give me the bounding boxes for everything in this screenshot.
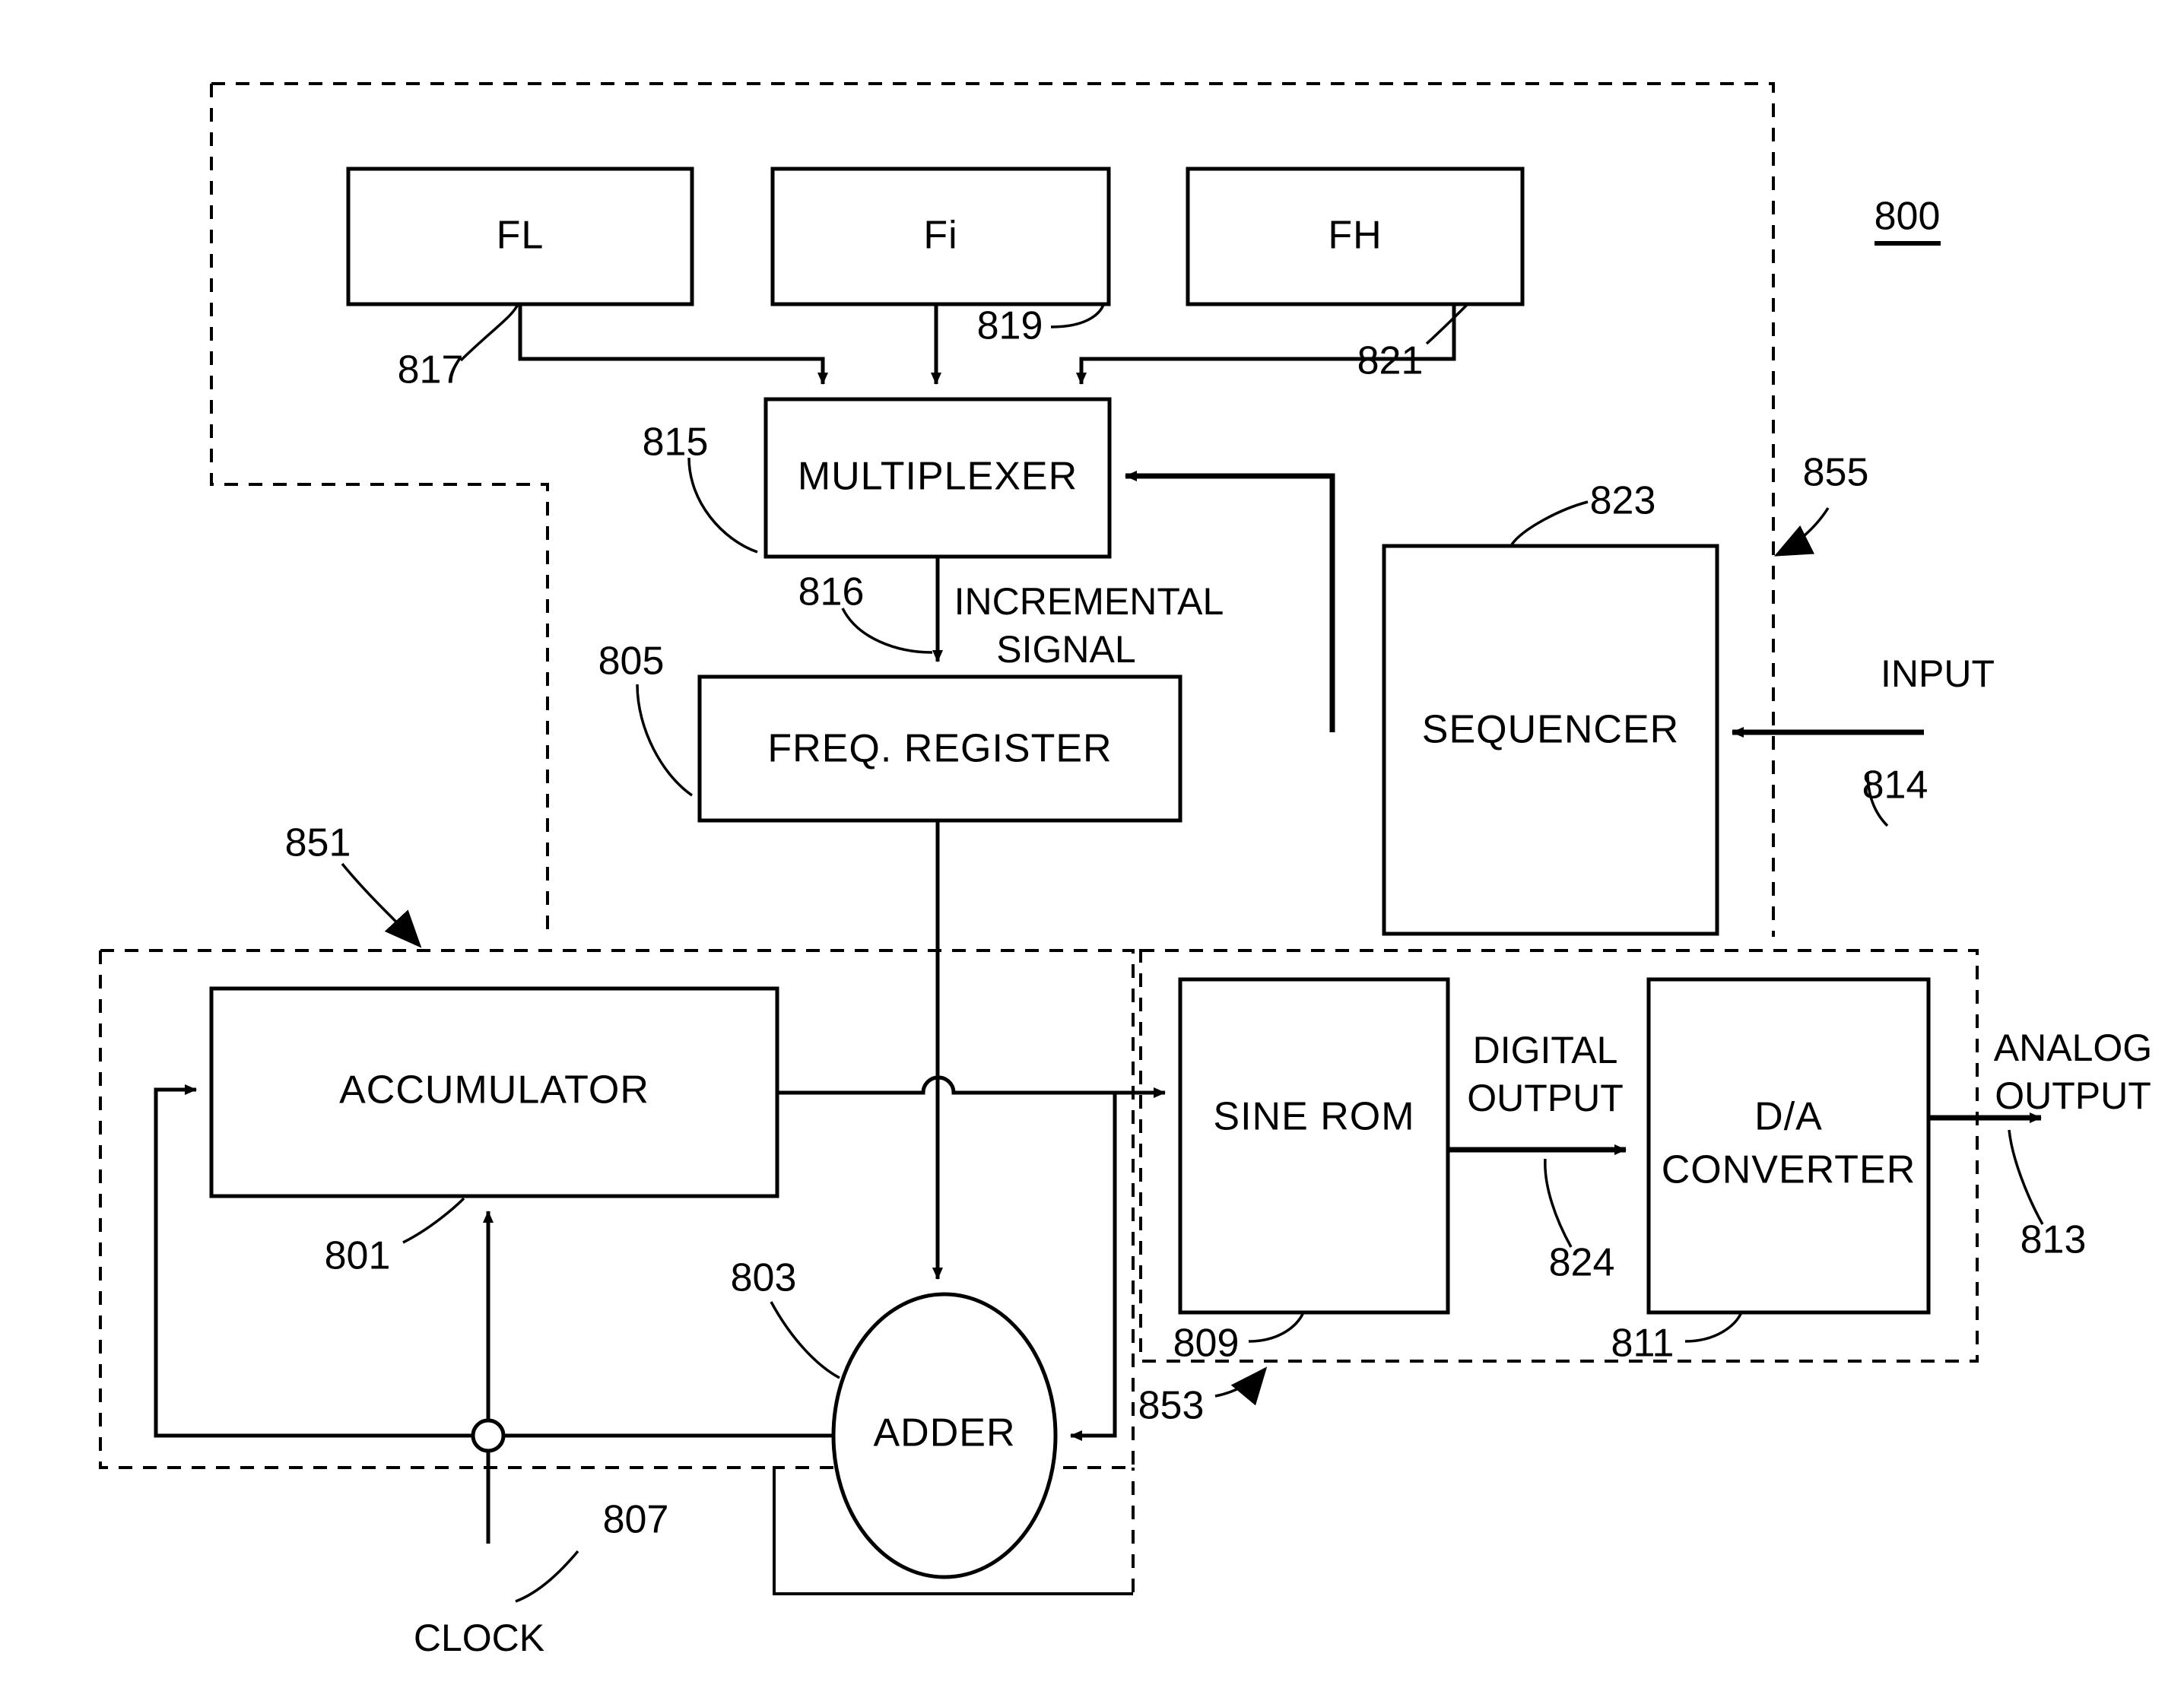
patent-figure-800: FL Fi FH MULTIPLEXER FREQ. REGISTER SEQU…	[0, 0, 2184, 1682]
signal-label-clock: CLOCK	[414, 1617, 544, 1659]
leader-815	[687, 457, 758, 554]
leader-824	[1544, 1158, 1573, 1248]
leader-851	[341, 862, 422, 948]
ref-numeral-809: 809	[1173, 1322, 1240, 1366]
ref-numeral-800: 800	[1874, 195, 1941, 239]
block-label-freq-register: FREQ. REGISTER	[767, 727, 1112, 771]
block-label-dac-line1: D/A	[1754, 1095, 1823, 1139]
block-label-multiplexer: MULTIPLEXER	[798, 455, 1078, 499]
ref-numeral-814: 814	[1862, 763, 1928, 808]
signal-label-incremental-line1: INCREMENTAL	[954, 580, 1224, 623]
leader-807	[515, 1550, 579, 1603]
leader-819	[1050, 302, 1106, 328]
ref-numeral-815: 815	[643, 420, 709, 465]
ref-numeral-819: 819	[977, 304, 1043, 348]
diagram-canvas: FL Fi FH MULTIPLEXER FREQ. REGISTER SEQU…	[99, 82, 2152, 1659]
ref-numeral-803: 803	[731, 1256, 797, 1300]
block-label-sine-rom: SINE ROM	[1213, 1095, 1414, 1139]
ref-numeral-805: 805	[598, 639, 665, 684]
ref-numeral-811: 811	[1611, 1322, 1675, 1366]
ref-numeral-817: 817	[398, 348, 464, 392]
block-label-dac-line2: CONVERTER	[1662, 1148, 1916, 1192]
block-label-sequencer: SEQUENCER	[1422, 708, 1679, 752]
leader-817	[459, 305, 519, 362]
block-dac[interactable]	[1646, 977, 1931, 1315]
signal-label-digital-output-line1: DIGITAL	[1473, 1029, 1618, 1071]
ref-numeral-813: 813	[2021, 1218, 2087, 1262]
ref-numeral-807: 807	[603, 1498, 669, 1542]
signal-label-input: INPUT	[1881, 652, 1995, 695]
ref-numeral-801: 801	[325, 1234, 391, 1278]
ref-numeral-824: 824	[1549, 1241, 1615, 1285]
wire-clock-hop	[471, 1418, 506, 1436]
leader-801	[402, 1197, 465, 1244]
block-label-fi: Fi	[923, 214, 957, 258]
ref-numeral-853: 853	[1138, 1384, 1205, 1428]
leader-813	[2008, 1129, 2044, 1225]
ref-numeral-823: 823	[1590, 479, 1656, 523]
ref-numeral-816: 816	[798, 570, 865, 614]
signal-label-analog-output-line1: ANALOG	[1994, 1027, 2152, 1069]
wire-fl-to-mux	[518, 304, 828, 385]
signal-label-incremental-line2: SIGNAL	[996, 628, 1135, 671]
leader-805	[636, 684, 693, 797]
wire-accumulator-to-sine-rom	[777, 1075, 1166, 1098]
block-label-adder: ADDER	[873, 1411, 1015, 1455]
wire-accumulator-branch-to-adder	[1070, 1093, 1117, 1441]
signal-label-analog-output-line2: OUTPUT	[1995, 1074, 2151, 1117]
ref-numeral-821: 821	[1357, 339, 1424, 383]
leader-821	[1425, 303, 1469, 345]
leader-803	[770, 1301, 840, 1379]
block-label-fl: FL	[497, 214, 544, 258]
leader-811	[1684, 1312, 1743, 1343]
block-label-fh: FH	[1328, 214, 1382, 258]
leader-816	[841, 608, 933, 654]
block-label-accumulator: ACCUMULATOR	[339, 1068, 649, 1112]
leader-853	[1214, 1366, 1268, 1406]
ref-numeral-851: 851	[285, 821, 351, 865]
leader-855	[1773, 507, 1830, 557]
signal-label-digital-output-line2: OUTPUT	[1467, 1077, 1624, 1119]
block-sine-rom[interactable]	[1178, 977, 1450, 1315]
leader-809	[1248, 1312, 1305, 1343]
ref-numeral-855: 855	[1803, 451, 1869, 495]
leader-823	[1510, 500, 1589, 546]
